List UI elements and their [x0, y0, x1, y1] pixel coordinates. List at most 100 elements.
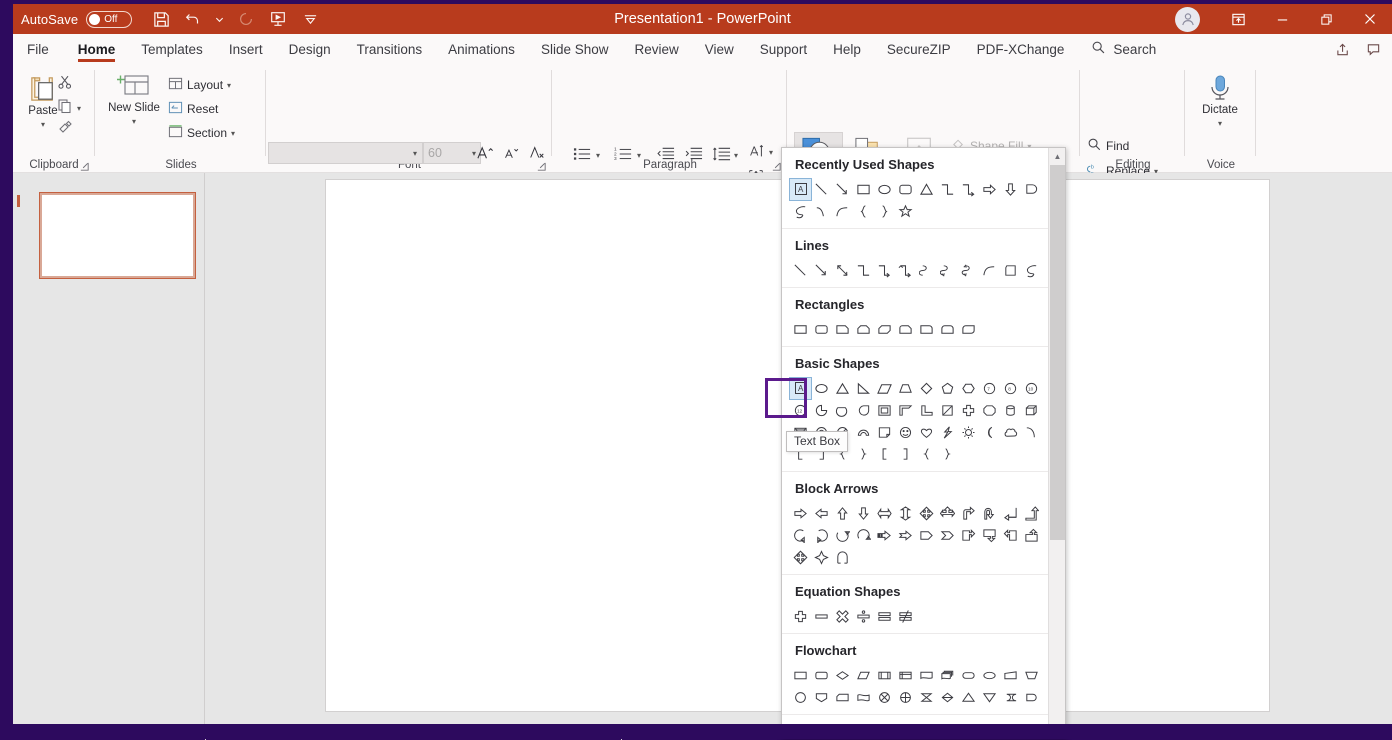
- shape-heart[interactable]: [916, 422, 937, 443]
- shape-flowchart-punched-tape[interactable]: [853, 687, 874, 708]
- shape-round-same-side-corner-rectangle[interactable]: [937, 319, 958, 340]
- shape-moon[interactable]: [979, 422, 1000, 443]
- tab-design[interactable]: Design: [276, 34, 344, 64]
- shape-isosceles-triangle[interactable]: [916, 179, 937, 200]
- shape-u-turn-arrow[interactable]: [979, 503, 1000, 524]
- shape-elbow-arrow-connector[interactable]: [958, 179, 979, 200]
- shape-flowchart-merge[interactable]: [979, 687, 1000, 708]
- close-button[interactable]: [1348, 4, 1392, 34]
- grow-font-button[interactable]: [473, 142, 497, 164]
- shape-hexagon[interactable]: [958, 378, 979, 399]
- shape-up-down-arrow[interactable]: [895, 503, 916, 524]
- shape-right-arrow[interactable]: [790, 503, 811, 524]
- shape-line[interactable]: [811, 179, 832, 200]
- shape-heptagon[interactable]: 7: [979, 378, 1000, 399]
- shape-curved-up-arrow[interactable]: [832, 525, 853, 546]
- reset-button[interactable]: Reset: [168, 100, 218, 118]
- shape-cross[interactable]: [958, 400, 979, 421]
- shape-snip-single-corner-rectangle[interactable]: [832, 319, 853, 340]
- gallery-scrollbar[interactable]: ▲ ▼: [1048, 148, 1065, 738]
- shape-isosceles-triangle[interactable]: [832, 378, 853, 399]
- customize-qat-icon[interactable]: [295, 6, 325, 32]
- shape-flowchart-manual-operation[interactable]: [1021, 665, 1042, 686]
- bullets-dropdown-icon[interactable]: ▾: [596, 151, 600, 160]
- shape-plus-sign[interactable]: [790, 606, 811, 627]
- numbering-button[interactable]: 1 2 3: [611, 144, 635, 164]
- shape-pentagon[interactable]: [937, 378, 958, 399]
- layout-dropdown-icon[interactable]: ▾: [227, 81, 231, 90]
- search-box[interactable]: Search: [1077, 34, 1166, 64]
- shape-freeform-shape[interactable]: [1000, 260, 1021, 281]
- clipboard-dialog-launcher[interactable]: [79, 159, 91, 171]
- shape-rounded-rectangle[interactable]: [811, 319, 832, 340]
- find-button[interactable]: Find: [1087, 137, 1129, 155]
- shape-flowchart-summing-junction[interactable]: [874, 687, 895, 708]
- shape-left-brace-2[interactable]: [916, 444, 937, 465]
- shape-left-arrow-callout[interactable]: [1000, 525, 1021, 546]
- shape-diagonal-stripe[interactable]: [937, 400, 958, 421]
- shape-flowchart-preparation[interactable]: [979, 665, 1000, 686]
- font-name-dropdown-icon[interactable]: ▾: [413, 149, 417, 158]
- shape-freeform-scribble[interactable]: [1021, 260, 1042, 281]
- shape-left-up-arrow[interactable]: [1000, 503, 1021, 524]
- shape-lightning-bolt[interactable]: [937, 422, 958, 443]
- shape-rounded-rectangle[interactable]: [895, 179, 916, 200]
- shape-bent-up-arrow[interactable]: [1021, 503, 1042, 524]
- shape-quad-arrow[interactable]: [916, 503, 937, 524]
- shape-flowchart-data[interactable]: [853, 665, 874, 686]
- shape-round-diagonal-corner-rectangle[interactable]: [958, 319, 979, 340]
- shape-trapezoid[interactable]: [895, 378, 916, 399]
- slide-thumbnail-1[interactable]: [39, 192, 196, 279]
- tab-pdf-xchange[interactable]: PDF-XChange: [964, 34, 1078, 64]
- tab-slide-show[interactable]: Slide Show: [528, 34, 622, 64]
- shape-snip-and-round-single-corner-rectangle[interactable]: [895, 319, 916, 340]
- tab-templates[interactable]: Templates: [128, 34, 216, 64]
- shape-right-brace[interactable]: [853, 444, 874, 465]
- shape-pie[interactable]: [811, 400, 832, 421]
- slide-thumbnail-pane[interactable]: [13, 173, 205, 724]
- shape-cloud[interactable]: [1000, 422, 1021, 443]
- shape-octagon[interactable]: 8: [1000, 378, 1021, 399]
- shape-right-brace[interactable]: [874, 201, 895, 222]
- shape-circular-arrow[interactable]: [832, 547, 853, 568]
- shape-snip-diagonal-corner-rectangle[interactable]: [874, 319, 895, 340]
- shape-elbow-arrow-connector[interactable]: [874, 260, 895, 281]
- shrink-font-button[interactable]: [499, 142, 523, 164]
- shape-up-arrow[interactable]: [832, 503, 853, 524]
- shape-sun[interactable]: [958, 422, 979, 443]
- shape-rectangle[interactable]: [790, 319, 811, 340]
- undo-dropdown-icon[interactable]: [210, 6, 229, 32]
- save-icon[interactable]: [146, 6, 176, 32]
- shape-elbow-connector[interactable]: [937, 179, 958, 200]
- shape-left-bracket-2[interactable]: [874, 444, 895, 465]
- tab-support[interactable]: Support: [747, 34, 820, 64]
- shape-oval[interactable]: [811, 378, 832, 399]
- shape-multiply-sign[interactable]: [832, 606, 853, 627]
- layout-button[interactable]: Layout ▾: [168, 76, 231, 94]
- tab-securezip[interactable]: SecureZIP: [874, 34, 964, 64]
- shape-half-frame[interactable]: [895, 400, 916, 421]
- shape-snip-same-side-corner-rectangle[interactable]: [853, 319, 874, 340]
- shape-frame[interactable]: [874, 400, 895, 421]
- shape-flowchart-card[interactable]: [832, 687, 853, 708]
- section-button[interactable]: Section ▾: [168, 124, 235, 142]
- shape-down-arrow[interactable]: [1000, 179, 1021, 200]
- shape-flowchart-stored-data[interactable]: [1000, 687, 1021, 708]
- shape-curved-arrow-connector[interactable]: [937, 260, 958, 281]
- shape-decagon[interactable]: 10: [1021, 378, 1042, 399]
- shape-flowchart-predefined-process[interactable]: [874, 665, 895, 686]
- shape-freeform-scribble[interactable]: [790, 201, 811, 222]
- ribbon-display-options-icon[interactable]: [1216, 4, 1260, 34]
- autosave-toggle[interactable]: Off: [86, 10, 133, 28]
- shape-left-right-up-arrow[interactable]: [937, 503, 958, 524]
- restore-button[interactable]: [1304, 4, 1348, 34]
- shape-striped-right-arrow[interactable]: [874, 525, 895, 546]
- shape-elbow-connector[interactable]: [853, 260, 874, 281]
- minimize-button[interactable]: [1260, 4, 1304, 34]
- shape-teardrop[interactable]: [853, 400, 874, 421]
- shape-flowchart-connector[interactable]: [790, 687, 811, 708]
- shape-arc[interactable]: [811, 201, 832, 222]
- shape-line-arrow[interactable]: [811, 260, 832, 281]
- paste-dropdown-icon[interactable]: ▾: [41, 118, 45, 131]
- shape-notched-right-arrow[interactable]: [895, 525, 916, 546]
